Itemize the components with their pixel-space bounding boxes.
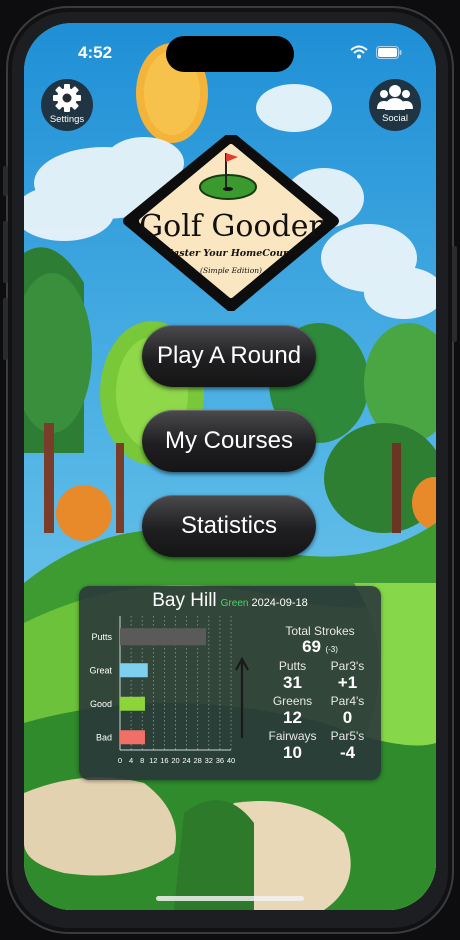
total-strokes-label: Total Strokes [285, 624, 355, 638]
chart-tick-label: 20 [171, 756, 179, 765]
total-strokes-value: 69 [302, 637, 321, 656]
fairways-value: 10 [283, 743, 302, 762]
chart-tick-label: 16 [160, 756, 168, 765]
putts-value: 31 [283, 673, 302, 692]
chart-tick-label: 4 [129, 756, 133, 765]
social-label: Social [382, 113, 408, 124]
par3-value: +1 [337, 673, 358, 692]
greens-value: 12 [283, 708, 302, 727]
chart-tick-label: 8 [140, 756, 144, 765]
golf-gooder-logo: Golf Gooder Master Your HomeCourse (Simp… [123, 135, 339, 311]
wifi-icon [350, 45, 368, 59]
par5-value: -4 [339, 743, 356, 762]
dynamic-island [166, 36, 294, 72]
round-stats: Total Strokes 69 (-3) Putts 31 Par3's +1 G… [265, 624, 375, 763]
par4-value: 0 [342, 708, 353, 727]
logo-title: Golf Gooder [139, 209, 323, 244]
round-date: 2024-09-18 [251, 597, 308, 609]
shot-quality-chart: 0 4 8 12 16 20 24 28 32 36 40 Putts Great Good Bad [89, 616, 249, 765]
chart-category-label: Bad [96, 732, 112, 742]
chart-tick-label: 0 [118, 756, 122, 765]
status-time: 4:52 [78, 43, 113, 62]
chart-bar-good [120, 696, 145, 711]
statistics-button[interactable]: Statistics [142, 495, 316, 557]
people-icon [377, 85, 413, 110]
chart-category-label: Good [90, 699, 112, 709]
round-title: Bay Hill Green 2024-09-18 [79, 590, 381, 612]
gear-icon [53, 84, 81, 112]
tee-name: Green [220, 598, 249, 609]
putts-label: Putts [278, 659, 307, 673]
chart-tick-label: 40 [227, 756, 235, 765]
chart-tick-label: 12 [149, 756, 157, 765]
chart-tick-label: 28 [194, 756, 202, 765]
chart-tick-label: 36 [216, 756, 224, 765]
battery-icon [376, 45, 402, 59]
app-screen: 4:52 Settings Social Golf Gooder Master … [24, 23, 436, 910]
last-round-card[interactable]: Bay Hill Green 2024-09-18 0 4 8 12 16 20 24 28 32 3… [79, 586, 381, 780]
social-button[interactable]: Social [369, 79, 421, 131]
logo-edition: (Simple Edition) [200, 266, 262, 275]
chart-bar-great [120, 663, 148, 678]
chart-bar-bad [120, 730, 145, 745]
course-name: Bay Hill [152, 590, 217, 611]
to-par-value: (-3) [325, 645, 338, 654]
greens-label: Greens [272, 694, 313, 708]
chart-tick-label: 24 [182, 756, 190, 765]
home-indicator [156, 896, 304, 901]
status-icons [350, 45, 402, 59]
chart-category-label: Great [89, 665, 112, 675]
fairways-label: Fairways [268, 729, 317, 743]
par3-label: Par3's [330, 659, 365, 673]
settings-label: Settings [49, 114, 85, 125]
par4-label: Par4's [330, 694, 365, 708]
chart-bar-putts [120, 628, 207, 646]
par5-label: Par5's [330, 729, 365, 743]
my-courses-button[interactable]: My Courses [142, 410, 316, 472]
settings-button[interactable]: Settings [41, 79, 93, 131]
chart-tick-label: 32 [205, 756, 213, 765]
chart-category-label: Putts [91, 632, 112, 642]
play-a-round-button[interactable]: Play A Round [142, 325, 316, 387]
logo-subtitle: Master Your HomeCourse [162, 248, 300, 259]
